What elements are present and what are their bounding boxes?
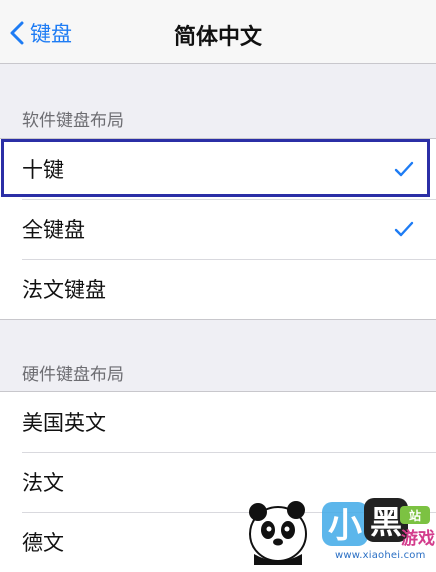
section-header-software: 软件键盘布局 [22, 111, 124, 131]
svg-text:黑: 黑 [370, 503, 402, 541]
list-item-label: 德文 [22, 531, 64, 555]
list-item-label: 美国英文 [22, 411, 106, 435]
list-item-label: 法文键盘 [22, 278, 106, 302]
navigation-bar: 键盘 简体中文 [0, 0, 436, 64]
list-item-us-english[interactable]: 美国英文 [0, 392, 436, 452]
svg-text:游戏: 游戏 [401, 528, 435, 549]
list-item-ten-key[interactable]: 十键 [0, 139, 436, 199]
svg-text:站: 站 [409, 508, 421, 523]
brand-lettering: 小 黑 站 游戏 [322, 498, 435, 549]
list-item-french-keyboard[interactable]: 法文键盘 [0, 259, 436, 319]
list-item-label: 法文 [22, 471, 64, 495]
panda-icon [249, 501, 307, 565]
checkmark-icon [394, 221, 414, 237]
list-item-label: 全键盘 [22, 218, 85, 242]
list-item-full-keyboard[interactable]: 全键盘 [0, 199, 436, 259]
page-title: 简体中文 [173, 25, 262, 50]
svg-text:小: 小 [328, 506, 362, 546]
watermark-url: www.xiaohei.com [335, 550, 426, 561]
list-item-label: 十键 [22, 158, 64, 182]
software-layout-group: 十键 全键盘 法文键盘 [0, 138, 436, 320]
checkmark-icon [394, 161, 414, 177]
section-header-hardware: 硬件键盘布局 [22, 365, 124, 385]
